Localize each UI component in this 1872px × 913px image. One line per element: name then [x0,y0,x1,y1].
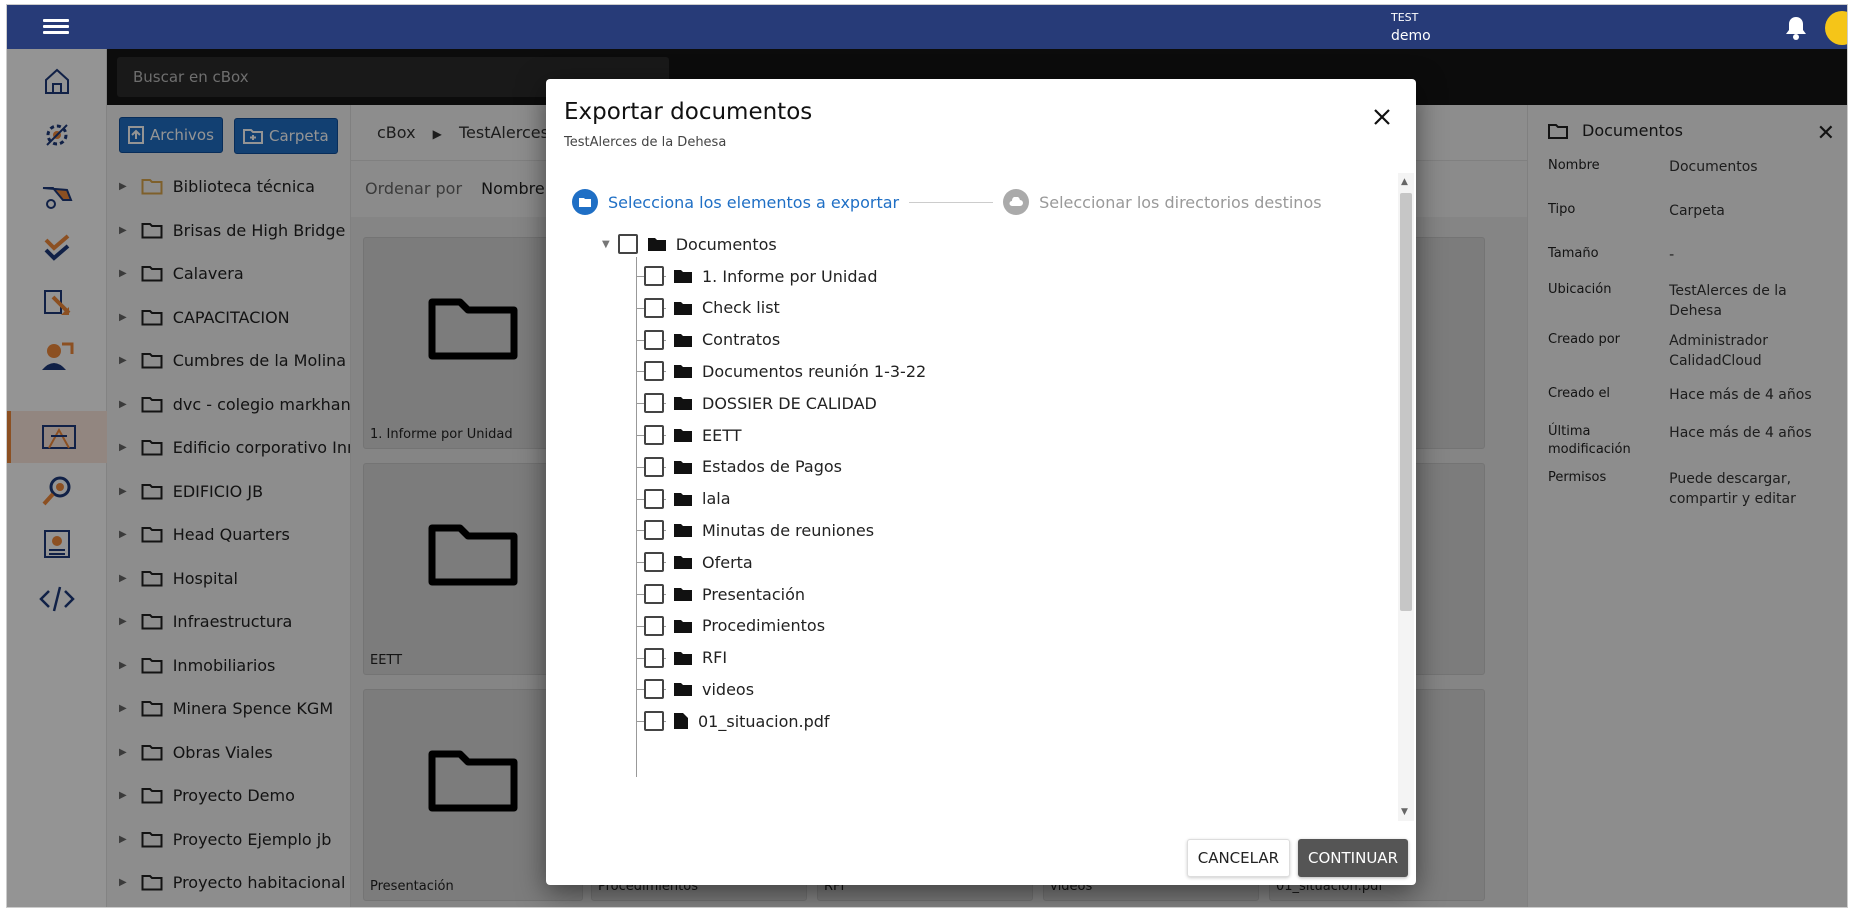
step-1-label[interactable]: Selecciona los elementos a exportar [608,193,899,212]
tree-child-row[interactable]: videos [644,674,754,704]
tree-root-row[interactable]: ▼ Documentos [602,229,777,259]
root-checkbox[interactable] [617,234,638,254]
folder-icon [674,365,692,379]
file-icon [674,713,688,730]
tree-child-label: Documentos reunión 1-3-22 [702,361,927,381]
item-checkbox[interactable] [644,520,664,541]
scroll-down-icon[interactable]: ▼ [1401,807,1408,817]
tree-child-row[interactable]: Estados de Pagos [644,452,842,482]
continue-button[interactable]: CONTINUAR [1298,839,1408,877]
folder-icon [674,556,692,570]
tree-child-label: Check list [702,298,780,318]
tree-child-row[interactable]: Procedimientos [644,611,825,641]
tree-child-row[interactable]: 01_situacion.pdf [644,706,830,736]
item-checkbox[interactable] [644,647,664,668]
cancel-button[interactable]: CANCELAR [1186,839,1291,877]
folder-icon [647,238,666,251]
close-icon[interactable] [1374,109,1390,129]
scroll-thumb[interactable] [1400,193,1412,611]
top-bar: TEST demo [7,5,1847,49]
item-checkbox[interactable] [644,552,664,573]
step-1-folder-icon [572,189,598,215]
tree-child-row[interactable]: Contratos [644,325,780,355]
tree-child-label: 01_situacion.pdf [698,711,830,731]
step-2-label[interactable]: Seleccionar los directorios destinos [1039,193,1321,212]
tree-root-label: Documentos [675,234,777,254]
tree-child-row[interactable]: Oferta [644,547,753,577]
tree-child-label: DOSSIER DE CALIDAD [702,393,877,413]
tree-child-row[interactable]: RFI [644,643,727,673]
item-checkbox[interactable] [644,393,664,414]
tree-child-row[interactable]: Check list [644,293,780,323]
export-tree: ▼ Documentos 1. Informe por Unidad Check … [564,229,1398,777]
item-checkbox[interactable] [644,615,664,636]
folder-icon [674,333,692,347]
item-checkbox[interactable] [644,488,664,509]
item-checkbox[interactable] [644,266,664,286]
tree-child-label: EETT [702,425,742,445]
avatar[interactable] [1825,11,1847,45]
tree-child-label: Presentación [702,584,806,604]
tree-child-row[interactable]: 1. Informe por Unidad [644,261,877,291]
item-checkbox[interactable] [644,584,664,604]
scroll-up-icon[interactable]: ▲ [1401,177,1408,187]
folder-icon [674,524,692,538]
dialog-title: Exportar documentos [564,99,813,125]
hamburger-menu-icon[interactable] [43,16,69,38]
expand-caret-icon[interactable]: ▼ [602,239,610,250]
item-checkbox[interactable] [644,456,664,477]
folder-icon [674,460,692,474]
folder-icon [674,619,692,633]
tree-child-row[interactable]: DOSSIER DE CALIDAD [644,388,877,418]
tree-child-row[interactable]: EETT [644,420,741,450]
step-2-cloud-icon [1003,189,1030,215]
item-checkbox[interactable] [644,297,664,318]
tree-child-row[interactable]: Presentación [644,579,805,609]
item-checkbox[interactable] [644,711,664,732]
tree-child-row[interactable]: Minutas de reuniones [644,515,874,545]
tree-connector-line [636,257,637,777]
tree-child-label: RFI [702,648,728,668]
tree-child-label: Procedimientos [702,616,826,636]
folder-icon [674,651,692,665]
step-connector [909,201,994,203]
tree-child-label: Estados de Pagos [702,457,842,477]
item-checkbox[interactable] [644,425,664,445]
bell-icon[interactable] [1784,15,1808,45]
app-window: TEST demo Buscar en cBox Archivos Carpet… [6,4,1848,908]
item-checkbox[interactable] [644,329,664,350]
tree-child-label: Oferta [702,552,753,572]
folder-icon [674,429,692,442]
dialog-subtitle: TestAlerces de la Dehesa [564,135,727,150]
item-checkbox[interactable] [644,361,664,382]
user-info[interactable]: TEST demo [1391,9,1431,45]
user-org: TEST [1391,11,1419,24]
folder-icon [674,301,692,315]
folder-icon [674,270,692,283]
stepper: Selecciona los elementos a exportar Sele… [572,187,1332,217]
export-dialog: Exportar documentos TestAlerces de la De… [546,79,1416,885]
tree-child-label: Contratos [702,330,781,350]
folder-icon [674,588,692,601]
tree-child-row[interactable]: lala [644,484,731,514]
tree-child-label: 1. Informe por Unidad [702,266,878,286]
tree-child-row[interactable]: Documentos reunión 1-3-22 [644,356,926,386]
folder-icon [674,683,692,697]
item-checkbox[interactable] [644,679,664,700]
dialog-scrollbar[interactable]: ▲ ▼ [1398,173,1414,821]
tree-child-label: lala [702,489,731,509]
tree-child-label: Minutas de reuniones [702,520,875,540]
folder-icon [674,492,692,506]
tree-child-label: videos [702,679,755,699]
folder-icon [674,397,692,411]
user-name: demo [1391,28,1431,44]
